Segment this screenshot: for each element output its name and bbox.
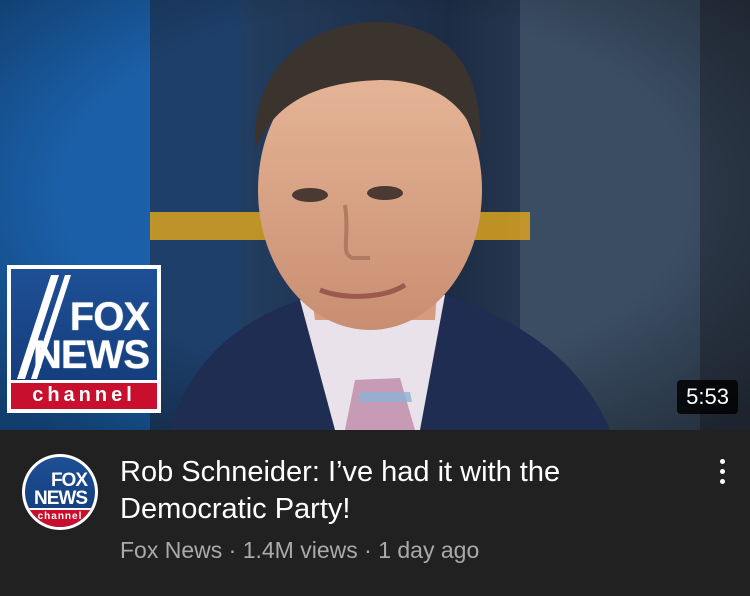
avatar-text-channel: channel xyxy=(25,508,95,527)
video-title[interactable]: Rob Schneider: I’ve had it with the Demo… xyxy=(120,454,690,528)
more-vertical-icon[interactable] xyxy=(708,456,736,490)
video-thumbnail[interactable]: FOX NEWS channel 5:53 xyxy=(0,0,750,430)
video-duration-badge: 5:53 xyxy=(677,380,738,414)
view-count: 1.4M views xyxy=(242,537,358,563)
channel-name[interactable]: Fox News xyxy=(120,537,222,563)
channel-avatar[interactable]: FOX NEWS channel xyxy=(22,454,98,530)
upload-age: 1 day ago xyxy=(378,537,480,563)
logo-text-news: NEWS xyxy=(33,333,150,377)
separator: · xyxy=(357,537,379,563)
logo-text-channel: channel xyxy=(11,380,157,409)
avatar-text-news: NEWS xyxy=(34,488,88,509)
separator: · xyxy=(222,537,243,563)
fox-news-channel-logo: FOX NEWS channel xyxy=(7,265,161,413)
video-subtitle: Fox News · 1.4M views · 1 day ago xyxy=(120,537,479,564)
